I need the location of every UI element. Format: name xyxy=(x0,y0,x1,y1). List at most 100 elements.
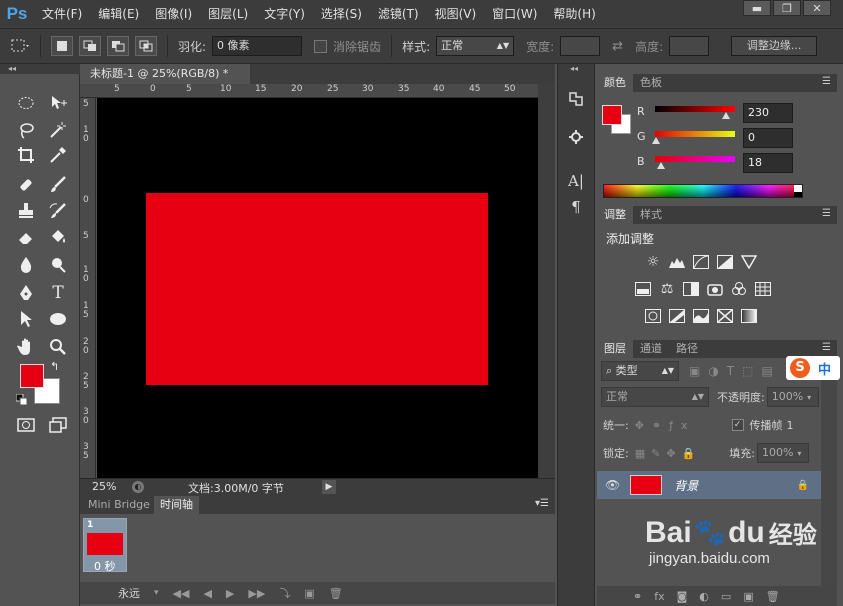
color-balance-icon[interactable]: ⚖ xyxy=(658,281,676,297)
posterize-icon[interactable] xyxy=(668,308,686,324)
history-panel-icon[interactable] xyxy=(565,88,587,110)
healing-brush-icon[interactable] xyxy=(14,174,38,196)
duplicate-frame-icon[interactable]: ▣ xyxy=(304,587,314,600)
ime-indicator[interactable]: S 中 xyxy=(786,356,840,380)
intersect-selection-icon[interactable] xyxy=(135,36,157,56)
menu-layer[interactable]: 图层(L) xyxy=(200,0,256,28)
menu-help[interactable]: 帮助(H) xyxy=(545,0,603,28)
layer-mask-icon[interactable]: ◙ xyxy=(677,590,688,603)
menu-type[interactable]: 文字(Y) xyxy=(256,0,313,28)
canvas[interactable] xyxy=(97,98,538,478)
photo-filter-icon[interactable] xyxy=(706,281,724,297)
black-white-icon[interactable] xyxy=(682,281,700,297)
b-value-input[interactable]: 18 xyxy=(743,153,793,173)
delete-frame-icon[interactable]: 🗑 xyxy=(329,587,343,600)
lock-icons[interactable]: ▦✎✥🔒 xyxy=(635,447,702,460)
foreground-color-swatch-front[interactable] xyxy=(20,364,44,388)
selective-color-icon[interactable] xyxy=(716,308,734,324)
link-layers-icon[interactable]: ⚭ xyxy=(633,590,642,603)
restore-button[interactable]: ❐ xyxy=(773,0,801,16)
threshold-icon[interactable] xyxy=(692,308,710,324)
magic-wand-icon[interactable] xyxy=(46,119,70,141)
hue-saturation-icon[interactable] xyxy=(634,281,652,297)
first-frame-icon[interactable]: ◀◀ xyxy=(173,587,190,600)
character-panel-icon[interactable]: A| xyxy=(565,170,587,192)
width-input[interactable] xyxy=(560,36,601,56)
default-colors-icon[interactable] xyxy=(15,393,28,409)
feather-input[interactable]: 0 像素 xyxy=(212,36,303,56)
tab-channels[interactable]: 通道 xyxy=(633,340,669,358)
b-slider-thumb[interactable] xyxy=(657,162,665,169)
swap-arrows-icon[interactable]: ⇄ xyxy=(612,39,623,54)
status-menu-arrow-icon[interactable]: ▶ xyxy=(322,480,336,494)
red-rectangle[interactable] xyxy=(146,193,488,385)
ellipse-shape-icon[interactable] xyxy=(46,308,70,330)
vibrance-icon[interactable] xyxy=(740,254,758,270)
vertical-scrollbar[interactable] xyxy=(538,84,555,479)
adjustment-layer-icon[interactable]: ◐ xyxy=(699,590,709,603)
add-selection-icon[interactable] xyxy=(79,36,101,56)
paint-bucket-icon[interactable] xyxy=(46,226,70,248)
layer-filter-icons[interactable]: ▣◑T⬚▤ xyxy=(689,364,781,378)
tab-swatches[interactable]: 色板 xyxy=(633,74,669,92)
quick-mask-icon[interactable] xyxy=(14,414,38,436)
blur-tool-icon[interactable] xyxy=(14,254,38,276)
swap-colors-icon[interactable]: ↰ xyxy=(50,360,59,373)
history-brush-icon[interactable] xyxy=(46,200,70,222)
layer-filter-select[interactable]: ⌕ 类型 ▲▼ xyxy=(601,361,679,381)
close-button[interactable]: ✕ xyxy=(803,0,831,16)
panel-menu-icon[interactable]: ▾☰ xyxy=(535,498,549,509)
menu-filter[interactable]: 滤镜(T) xyxy=(370,0,427,28)
panel-menu-icon[interactable]: ☰ xyxy=(822,342,831,353)
tab-adjustments[interactable]: 调整 xyxy=(597,206,633,224)
refine-edge-button[interactable]: 调整边缘... xyxy=(731,36,818,56)
tab-paths[interactable]: 路径 xyxy=(669,340,705,358)
prev-frame-icon[interactable]: ◀ xyxy=(203,587,211,600)
gradient-map-icon[interactable] xyxy=(740,308,758,324)
curves-icon[interactable] xyxy=(692,254,710,270)
invert-icon[interactable] xyxy=(644,308,662,324)
document-tab[interactable]: 未标题-1 @ 25%(RGB/8) * × xyxy=(80,64,250,101)
tab-styles[interactable]: 样式 xyxy=(633,206,669,224)
panel-menu-icon[interactable]: ☰ xyxy=(822,76,831,87)
tab-color[interactable]: 颜色 xyxy=(597,74,633,92)
menu-window[interactable]: 窗口(W) xyxy=(484,0,545,28)
tab-mini-bridge[interactable]: Mini Bridge xyxy=(82,496,156,514)
next-frame-icon[interactable]: ▶▶ xyxy=(248,587,265,600)
brightness-icon[interactable]: ☼ xyxy=(644,254,662,270)
color-spectrum-bar[interactable] xyxy=(603,184,803,198)
menu-file[interactable]: 文件(F) xyxy=(34,0,90,28)
eye-icon[interactable]: 👁 xyxy=(605,478,620,492)
subtract-selection-icon[interactable] xyxy=(107,36,129,56)
crop-tool-icon[interactable] xyxy=(14,144,38,166)
hand-tool-icon[interactable] xyxy=(14,336,38,358)
frame-delay[interactable]: 0 秒 xyxy=(94,558,116,574)
propagate-checkbox[interactable]: ✓ xyxy=(731,419,744,431)
eraser-tool-icon[interactable] xyxy=(14,226,38,248)
dodge-tool-icon[interactable] xyxy=(46,254,70,276)
unify-icons[interactable]: ✥⚭ƒx xyxy=(635,419,696,432)
loop-select[interactable]: 永远 xyxy=(118,585,140,601)
channel-mixer-icon[interactable] xyxy=(730,281,748,297)
r-value-input[interactable]: 230 xyxy=(743,103,793,123)
menu-edit[interactable]: 编辑(E) xyxy=(90,0,147,28)
g-value-input[interactable]: 0 xyxy=(743,128,793,148)
tab-timeline[interactable]: 时间轴 xyxy=(154,496,199,514)
move-tool-icon[interactable] xyxy=(46,92,70,114)
loop-arrow-icon[interactable]: ▾ xyxy=(154,588,159,598)
panel-menu-icon[interactable]: ☰ xyxy=(822,208,831,219)
tab-layers[interactable]: 图层 xyxy=(597,340,633,358)
zoom-level[interactable]: 25% xyxy=(92,480,116,493)
paragraph-panel-icon[interactable]: ¶ xyxy=(565,196,587,218)
eyedropper-icon[interactable] xyxy=(46,144,70,166)
new-layer-icon[interactable]: ▣ xyxy=(743,590,753,603)
path-selection-icon[interactable] xyxy=(14,308,38,330)
antialias-checkbox[interactable] xyxy=(314,39,328,53)
g-slider-thumb[interactable] xyxy=(652,137,660,144)
b-slider[interactable] xyxy=(655,156,735,162)
group-icon[interactable]: ▭ xyxy=(721,590,731,603)
screen-mode-icon[interactable] xyxy=(46,414,70,436)
height-input[interactable] xyxy=(669,36,710,56)
animation-frame[interactable]: 1 0 秒 xyxy=(83,518,127,574)
fill-input[interactable]: 100% ▾ xyxy=(756,443,809,463)
